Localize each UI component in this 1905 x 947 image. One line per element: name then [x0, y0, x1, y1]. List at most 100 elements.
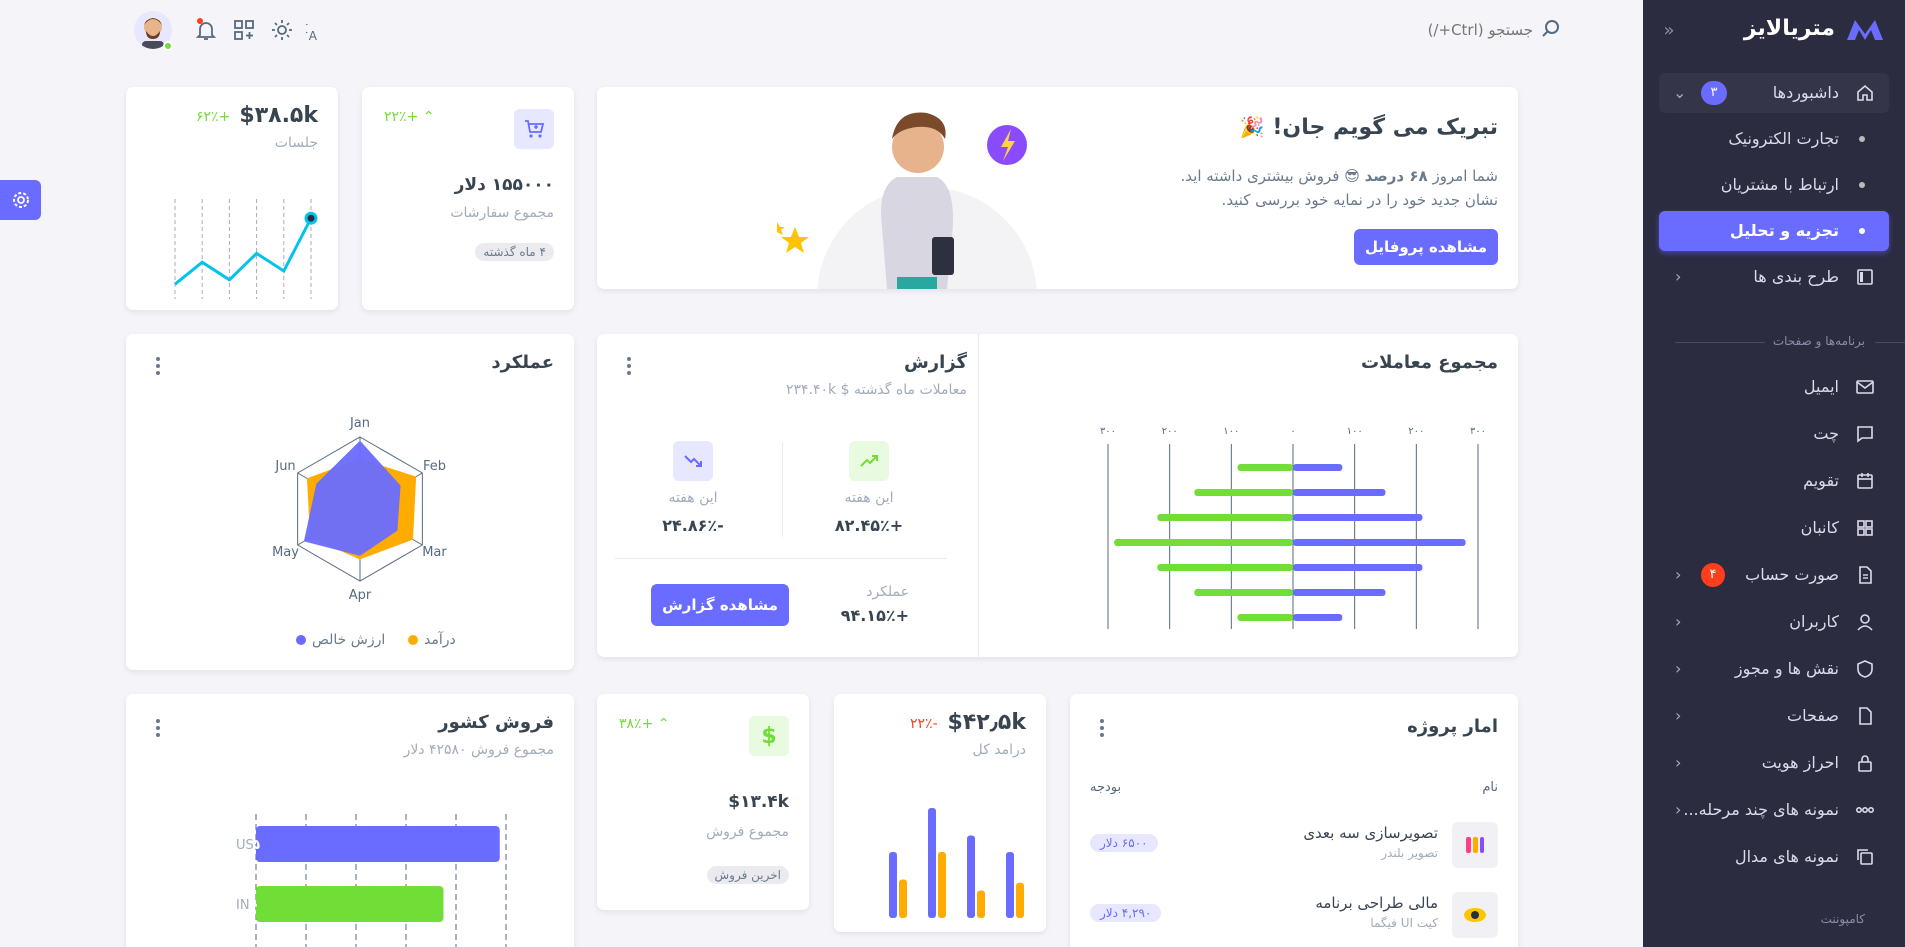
- sidebar-item-label: نمونه های چند مرحله...: [1683, 800, 1839, 819]
- tick-label: ۱۰۰: [1347, 426, 1363, 437]
- welcome-illustration: [777, 87, 1037, 289]
- chevron-left-icon: ‹: [1675, 753, 1682, 772]
- sidebar-item-lock[interactable]: احراز هویت ‹: [1659, 743, 1889, 783]
- search-input[interactable]: [1343, 16, 1533, 44]
- sidebar-item-copy[interactable]: نمونه های مدال: [1659, 837, 1889, 877]
- invoice-badge: ۴: [1701, 563, 1725, 587]
- country-sales-bar-chart: ۶۵US۵۰IN: [236, 814, 507, 947]
- sidebar-item-chat[interactable]: چت: [1659, 414, 1889, 454]
- sidebar-item-shield[interactable]: نقش ها و مجوز ‹: [1659, 649, 1889, 689]
- sessions-card: $۳۸.۵k جلسات +۶۲٪: [126, 87, 338, 310]
- sidebar-item-mail[interactable]: ایمیل: [1659, 367, 1889, 407]
- customizer-toggle[interactable]: [0, 180, 41, 220]
- country-sales-more-icon[interactable]: [156, 719, 160, 737]
- view-report-button[interactable]: مشاهده گزارش: [651, 584, 789, 626]
- sidebar-item-dots[interactable]: نمونه های چند مرحله... ‹: [1659, 790, 1889, 830]
- welcome-title-text: تبریک می گویم جان!: [1272, 115, 1498, 140]
- sidebar-item-calendar[interactable]: تقویم: [1659, 461, 1889, 501]
- welcome-percent: ۶۸ درصد: [1364, 167, 1428, 185]
- report-subtitle: معاملات ماه گذشته $ ۲۳۴.۴۰k: [786, 382, 967, 398]
- layout-icon: [1855, 267, 1875, 287]
- invoice-icon: [1855, 565, 1875, 585]
- revenue-bar: [938, 852, 946, 918]
- sidebar-item-user[interactable]: کاربران ‹: [1659, 602, 1889, 642]
- sidebar-item-file[interactable]: صفحات ‹: [1659, 696, 1889, 736]
- bar-negative: [1157, 564, 1293, 571]
- bar-positive: [1293, 589, 1386, 596]
- copy-icon: [1855, 847, 1875, 867]
- bar-positive: [1293, 564, 1423, 571]
- sidebar-item-layouts[interactable]: طرح بندی ها ‹: [1659, 257, 1889, 297]
- chevron-left-icon: ‹: [1675, 800, 1682, 819]
- sidebar-item-invoice[interactable]: صورت حساب ۴ ‹: [1659, 555, 1889, 595]
- tick-label: ۳۰۰: [1100, 426, 1116, 437]
- revenue-label: درامد کل: [972, 742, 1026, 758]
- revenue-change: -۲۲٪: [910, 716, 938, 732]
- bar-positive: [1293, 539, 1466, 546]
- tick-label: ۳۰۰: [1470, 426, 1486, 437]
- bar-negative: [1194, 489, 1293, 496]
- sidebar-item-label: طرح بندی ها: [1753, 267, 1839, 286]
- performance-more-icon[interactable]: [156, 357, 160, 375]
- view-profile-button[interactable]: مشاهده پروفایل: [1354, 229, 1498, 265]
- project-row-budget: ۴,۲۹۰ دلار: [1090, 904, 1162, 922]
- revenue-bar: [967, 835, 975, 918]
- revenue-bar-chart: [889, 808, 1024, 918]
- sidebar-item-label: ایمیل: [1803, 377, 1839, 396]
- sales-value: $۱۳.۴k: [728, 792, 789, 812]
- transactions-title: مجموع معاملات: [1361, 352, 1498, 373]
- orders-change-value: +۲۲٪: [384, 109, 419, 125]
- sidebar-item-label: نمونه های مدال: [1734, 847, 1839, 866]
- country-sales-subtitle: مجموع فروش ۴۲۵۸۰ دلار: [403, 742, 554, 758]
- mail-icon: [1855, 377, 1875, 397]
- sidebar-item-label: ارتباط با مشتریان: [1720, 175, 1839, 194]
- theme-sun-icon[interactable]: [270, 18, 294, 42]
- revenue-bar: [928, 808, 936, 918]
- project-more-icon[interactable]: [1100, 719, 1104, 737]
- sidebar-item-analytics[interactable]: تجزیه و تحلیل: [1659, 211, 1889, 251]
- translate-icon[interactable]: 文A: [296, 18, 330, 43]
- dashboards-badge: ۳: [1701, 81, 1727, 105]
- project-3d-icon: [1452, 822, 1498, 868]
- trending-down-icon: [673, 441, 713, 481]
- sales-card: $ ⌃ +۳۸٪ $۱۳.۴k مجموع فروش اخرین فروش: [597, 694, 809, 910]
- country-bar: [256, 886, 444, 922]
- sidebar-item-dashboards[interactable]: داشبوردها ۳ ⌄: [1659, 73, 1889, 113]
- search-icon[interactable]: [1538, 18, 1562, 42]
- shortcuts-icon[interactable]: [232, 18, 256, 42]
- welcome-text: شما امروز: [1432, 167, 1498, 185]
- legend-net-worth: ارزش خالص: [296, 632, 385, 648]
- chevron-left-icon: ‹: [1675, 267, 1682, 286]
- brand-name: متریالایز: [1743, 16, 1835, 41]
- report-more-icon[interactable]: [627, 357, 631, 375]
- chevron-down-icon: ⌄: [1673, 83, 1687, 102]
- legend-label: درآمد: [424, 632, 456, 648]
- orders-label: مجموع سفارشات: [450, 205, 554, 221]
- project-title: امار پروژه: [1407, 716, 1498, 737]
- revenue-bar: [1016, 882, 1024, 918]
- radar-category-label: Apr: [349, 588, 372, 603]
- sessions-line-chart: [174, 199, 318, 299]
- dots-icon: [1855, 800, 1875, 820]
- bar-positive: [1293, 514, 1423, 521]
- sidebar-item-ecommerce[interactable]: تجارت الکترونیک: [1659, 119, 1889, 159]
- sales-pill: اخرین فروش: [706, 866, 789, 884]
- legend-dot: [408, 635, 418, 645]
- sidebar-item-label: تجزیه و تحلیل: [1729, 221, 1839, 240]
- sidebar-item-grid[interactable]: کانبان: [1659, 508, 1889, 548]
- online-status-dot: [163, 41, 173, 51]
- sessions-label: جلسات: [274, 135, 318, 151]
- country-sales-card: فروش کشور مجموع فروش ۴۲۵۸۰ دلار ۶۵ US ۵۰ IN: [126, 694, 574, 947]
- report-down-label: این هفته: [668, 490, 718, 506]
- project-col-name: نام: [1482, 780, 1498, 795]
- bar-positive: [1293, 489, 1386, 496]
- radar-category-label: May: [272, 545, 299, 560]
- project-row-sub: تصویر بلندر: [1381, 846, 1438, 860]
- calendar-icon: [1855, 471, 1875, 491]
- divider: [978, 334, 979, 657]
- collapse-menu-icon[interactable]: «: [1657, 18, 1681, 42]
- sidebar-item-crm[interactable]: ارتباط با مشتریان: [1659, 165, 1889, 205]
- notification-bell-icon[interactable]: [194, 18, 218, 42]
- divider: [1875, 342, 1905, 343]
- divider: [615, 558, 947, 559]
